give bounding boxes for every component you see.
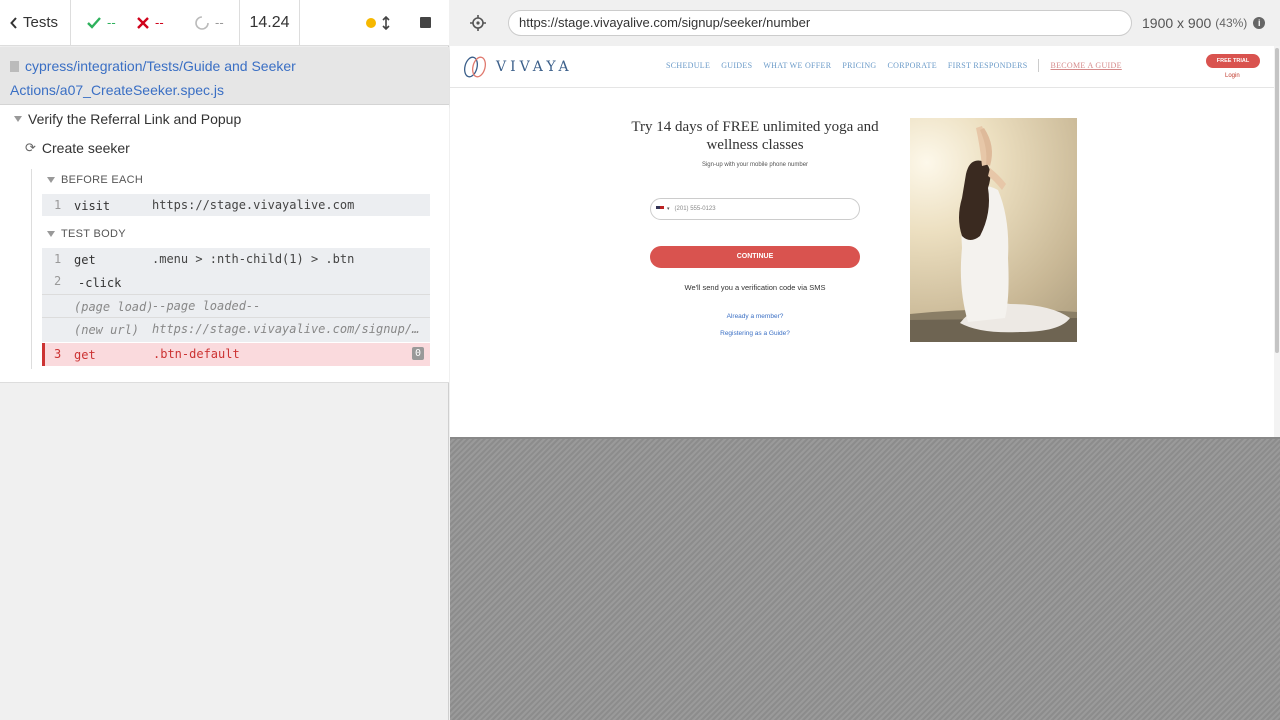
passed-stat: -- (71, 0, 129, 45)
viewport-info[interactable]: 1900 x 900 (43%) i (1142, 15, 1266, 31)
already-member-link[interactable]: Already a member? (620, 313, 890, 320)
viewport-scale: (43%) (1215, 16, 1248, 30)
nav-become-a-guide[interactable]: BECOME A GUIDE (1050, 61, 1121, 72)
nav-schedule[interactable]: SCHEDULE (666, 61, 710, 72)
command-message: .btn-default (153, 347, 240, 361)
spec-file-bar: cypress/integration/Tests/Guide and Seek… (0, 47, 449, 105)
pending-stat: -- (191, 0, 240, 45)
phone-placeholder: (201) 555-0123 (674, 206, 716, 212)
signup-subtitle: Sign-up with your mobile phone number (701, 162, 809, 168)
vivaya-logo-icon (464, 56, 486, 78)
scroll-arrows-icon (382, 15, 390, 30)
suite-title[interactable]: Verify the Referral Link and Popup (14, 111, 241, 127)
reporter-panel: Tests -- -- -- 14.24 cypress/integration… (0, 0, 449, 720)
circle-icon (195, 15, 209, 30)
command-row[interactable]: 1 get .menu > :nth-child(1) > .btn 2 -cl… (42, 248, 430, 295)
failed-count: -- (155, 15, 164, 30)
reporter-header: Tests -- -- -- 14.24 (0, 0, 449, 46)
aut-url-field[interactable]: https://stage.vivayalive.com/signup/seek… (508, 10, 1132, 36)
command-message: --page loaded-- (152, 299, 261, 313)
nav-what-we-offer[interactable]: WHAT WE OFFER (763, 61, 831, 72)
command-name: visit (74, 199, 111, 213)
aut-empty-area (450, 439, 1280, 720)
command-row[interactable]: (page load) --page loaded-- (42, 295, 430, 318)
tests-button[interactable]: Tests (0, 0, 71, 45)
nav-first-responders[interactable]: FIRST RESPONDERS (948, 61, 1028, 72)
run-controls (300, 0, 449, 45)
tests-label: Tests (23, 14, 59, 31)
yoga-woman-image (910, 118, 1077, 342)
aut-scrollbar[interactable] (1274, 46, 1280, 437)
caret-down-icon (47, 231, 55, 237)
command-row[interactable]: 1 visit https://stage.vivayalive.com (42, 194, 430, 216)
nav-pricing[interactable]: PRICING (842, 61, 876, 72)
command-name: -click (78, 276, 122, 290)
phone-number-input[interactable]: ▾ (201) 555-0123 (650, 198, 860, 220)
hook-label: TEST BODY (61, 228, 126, 240)
stop-icon[interactable] (420, 17, 431, 28)
login-link[interactable]: Login (1225, 73, 1240, 79)
command-name: get (74, 253, 96, 267)
command-message: https://stage.vivayalive.com (152, 198, 355, 212)
signup-title: Try 14 days of FREE unlimited yoga and w… (631, 119, 879, 153)
chevron-down-icon[interactable]: ▾ (667, 206, 670, 212)
test-tree: Verify the Referral Link and Popup ⟳ Cre… (0, 105, 449, 383)
sms-note: We'll send you a verification code via S… (684, 283, 826, 292)
selector-playground-button[interactable] (464, 9, 492, 37)
command-row[interactable]: (new url) https://stage.vivayalive.com/s… (42, 318, 430, 342)
continue-button[interactable]: CONTINUE (650, 246, 860, 268)
vivaya-logo[interactable]: VIVAYA (462, 56, 573, 78)
pending-count: -- (215, 15, 224, 30)
command-message: https://stage.vivayalive.com/signup/seek… (152, 322, 420, 336)
hook-label: BEFORE EACH (61, 174, 144, 186)
test-title[interactable]: ⟳ Create seeker (25, 140, 130, 156)
scrollbar-thumb[interactable] (1275, 48, 1279, 353)
caret-down-icon (47, 177, 55, 183)
check-icon (87, 16, 101, 29)
failed-stat: -- (129, 0, 191, 45)
chevron-left-icon (10, 16, 17, 29)
refresh-icon: ⟳ (25, 140, 36, 155)
caret-down-icon (14, 116, 22, 122)
site-navbar: VIVAYA SCHEDULE GUIDES WHAT WE OFFER PRI… (450, 46, 1274, 88)
crosshair-icon (470, 15, 486, 31)
command-name: (page load) (74, 300, 154, 314)
command-log: BEFORE EACH 1 visit https://stage.vivaya… (31, 169, 431, 369)
element-count-badge: 0 (411, 347, 424, 360)
command-name: get (74, 348, 96, 362)
test-title-text: Create seeker (41, 140, 130, 156)
hook-test-body[interactable]: TEST BODY (47, 228, 126, 240)
nav-divider (1038, 59, 1040, 72)
run-duration: 14.24 (240, 0, 300, 45)
passed-count: -- (107, 15, 116, 30)
spec-path-link[interactable]: cypress/integration/Tests/Guide and Seek… (10, 54, 439, 102)
x-icon (137, 16, 149, 29)
logo-text: VIVAYA (496, 59, 573, 75)
spec-path-text: cypress/integration/Tests/Guide and Seek… (10, 58, 296, 98)
free-trial-button[interactable]: FREE TRIAL (1206, 54, 1260, 68)
command-message: .menu > :nth-child(1) > .btn (152, 252, 355, 266)
command-number: 1 (54, 198, 62, 212)
running-indicator-icon (366, 17, 376, 28)
aut-header: https://stage.vivayalive.com/signup/seek… (450, 0, 1280, 46)
command-number: 2 (54, 274, 62, 288)
command-number: 3 (54, 347, 62, 361)
registering-guide-link[interactable]: Registering as a Guide? (620, 330, 890, 337)
suite-title-text: Verify the Referral Link and Popup (28, 111, 242, 127)
command-row-failed[interactable]: 3 get .btn-default 0 (42, 343, 430, 366)
aut-iframe: VIVAYA SCHEDULE GUIDES WHAT WE OFFER PRI… (450, 46, 1280, 439)
auto-scroll-toggle[interactable] (366, 15, 390, 30)
hook-before-each[interactable]: BEFORE EACH (47, 174, 143, 186)
viewport-size: 1900 x 900 (1142, 15, 1212, 31)
us-flag-icon (656, 206, 664, 212)
site-nav-links: SCHEDULE GUIDES WHAT WE OFFER PRICING CO… (666, 59, 1122, 72)
info-icon: i (1253, 17, 1266, 29)
command-name: (new url) (74, 323, 140, 337)
command-number: 1 (54, 252, 62, 266)
nav-guides[interactable]: GUIDES (721, 61, 752, 72)
file-icon (10, 61, 19, 72)
nav-corporate[interactable]: CORPORATE (888, 61, 937, 72)
yoga-illustration (910, 126, 1077, 342)
